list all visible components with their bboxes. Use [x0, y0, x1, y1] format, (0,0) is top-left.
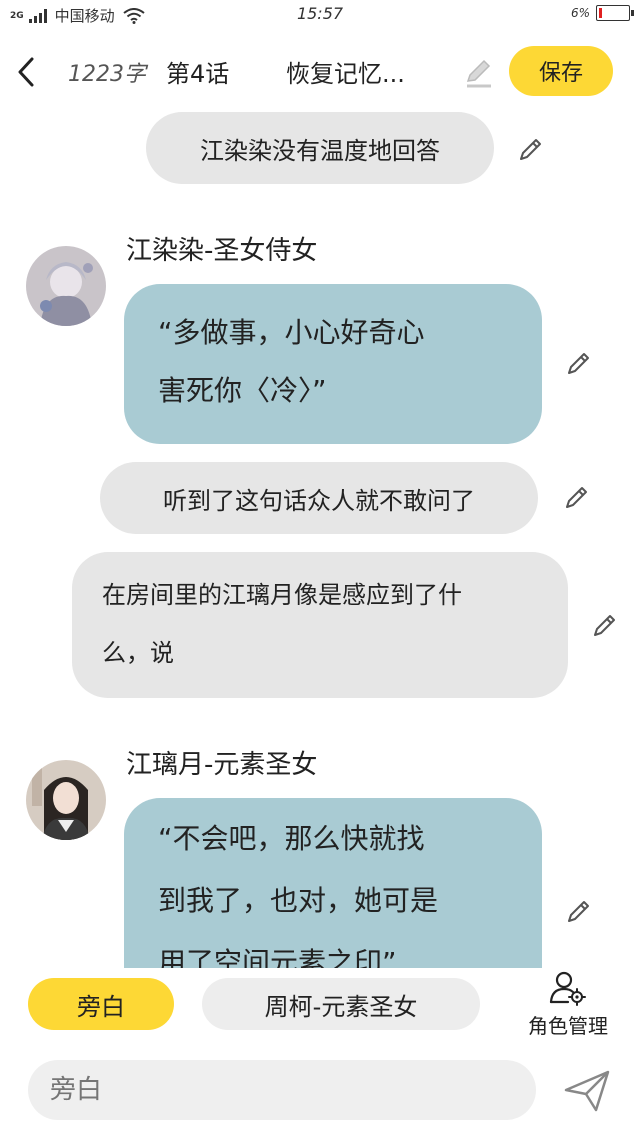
- message-input[interactable]: [28, 1060, 536, 1120]
- user-settings-icon: [549, 971, 586, 1006]
- pencil-icon[interactable]: [562, 482, 592, 512]
- pencil-icon[interactable]: [564, 348, 594, 378]
- narration-bubble[interactable]: 在房间里的江璃月像是感应到了什 么，说: [72, 552, 568, 698]
- role-button-character[interactable]: 周柯-元素圣女: [202, 978, 480, 1030]
- narration-line: 么，说: [102, 639, 174, 667]
- role-manage-label: 角色管理: [528, 1014, 608, 1038]
- narration-text: 听到了这句话众人就不敢问了: [163, 486, 475, 515]
- send-icon[interactable]: [562, 1066, 612, 1116]
- battery-percent: 6%: [570, 6, 590, 20]
- word-count: 1223字: [68, 62, 146, 87]
- chapter-label: 第4话: [166, 60, 230, 88]
- chevron-left-icon: [18, 57, 34, 87]
- chapter-title[interactable]: 恢复记忆...: [286, 54, 446, 89]
- editor-header: 1223字 第4话 恢复记忆... 保存: [0, 40, 640, 104]
- dialogue-line: 用了空间元素之印”: [158, 946, 397, 968]
- message-list[interactable]: 江染染没有温度地回答 江染染-圣女侍女 “多做事，小心好奇心 害死你〈冷〉” 听…: [0, 104, 640, 968]
- dialogue-bubble[interactable]: “不会吧，那么快就找 到我了，也对，她可是 用了空间元素之印”: [124, 798, 542, 968]
- role-button-narration[interactable]: 旁白: [28, 978, 174, 1030]
- save-button[interactable]: 保存: [509, 46, 613, 96]
- status-bar: 2G 中国移动 15:57 6%: [0, 0, 640, 30]
- status-right: 6%: [570, 5, 634, 21]
- speaker-name: 江染染-圣女侍女: [126, 236, 318, 266]
- narration-bubble[interactable]: 听到了这句话众人就不敢问了: [100, 462, 538, 534]
- narration-line: 在房间里的江璃月像是感应到了什: [102, 581, 462, 609]
- narration-text: 江染染没有温度地回答: [200, 136, 440, 165]
- edit-title-icon[interactable]: [462, 56, 496, 90]
- battery-icon: [596, 5, 634, 21]
- avatar-image: [26, 246, 106, 326]
- narration-bubble[interactable]: 江染染没有温度地回答: [146, 112, 494, 184]
- dialogue-line: 到我了，也对，她可是: [158, 884, 439, 917]
- pencil-icon[interactable]: [590, 610, 620, 640]
- back-button[interactable]: [10, 50, 42, 94]
- avatar[interactable]: [26, 760, 106, 840]
- speaker-name: 江璃月-元素圣女: [126, 750, 318, 780]
- dialogue-line: “多做事，小心好奇心: [158, 316, 425, 349]
- dialogue-line: 害死你〈冷〉”: [158, 374, 327, 407]
- pencil-icon[interactable]: [564, 896, 594, 926]
- clock: 15:57: [296, 4, 344, 23]
- avatar-image: [26, 760, 106, 840]
- pencil-icon[interactable]: [516, 134, 546, 164]
- avatar[interactable]: [26, 246, 106, 326]
- dialogue-bubble[interactable]: “多做事，小心好奇心 害死你〈冷〉”: [124, 284, 542, 444]
- composer: 旁白 周柯-元素圣女 角色管理: [0, 968, 640, 1138]
- role-manage-button[interactable]: 角色管理: [516, 968, 620, 1038]
- dialogue-line: “不会吧，那么快就找: [158, 822, 425, 855]
